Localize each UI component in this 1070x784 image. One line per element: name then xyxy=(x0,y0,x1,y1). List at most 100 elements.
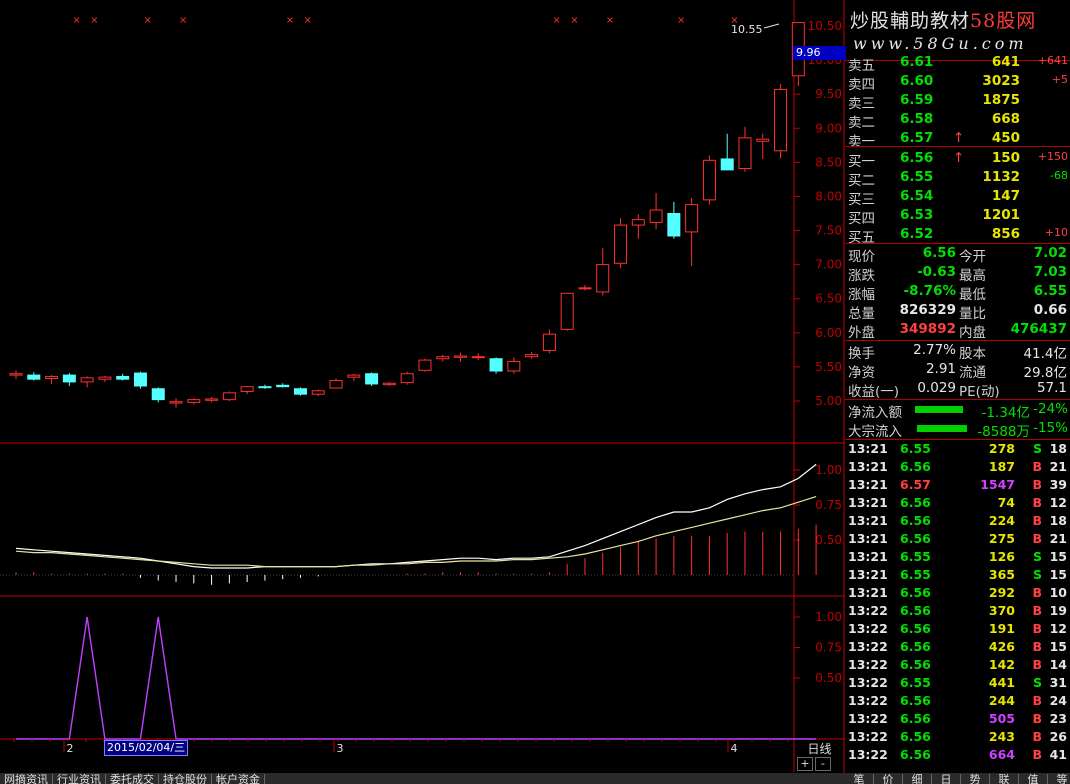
kline-chart-area[interactable]: 10.50 10.00 9.50 9.00 8.50 8.00 7.50 7.00 6.50 6.… xyxy=(0,0,846,784)
tick-time: 13:21 xyxy=(848,477,888,492)
period-label[interactable]: 日线 xyxy=(795,740,844,757)
candle-body xyxy=(649,209,663,223)
candle-body xyxy=(525,354,539,358)
price-tick-label: 5.50 xyxy=(815,360,842,374)
signal-marker: × xyxy=(179,15,187,26)
tick-side: B xyxy=(1032,531,1042,546)
tab-holdings[interactable]: 持仓股份 xyxy=(159,774,212,784)
quote-label: 现价 xyxy=(848,249,875,265)
quote-label: 外盘 xyxy=(848,325,875,341)
ind-tick-label: 0.75 xyxy=(815,641,842,655)
rtab-4[interactable]: 势 xyxy=(961,774,990,784)
stat-value: 2.91 xyxy=(925,361,956,377)
panel-separator xyxy=(845,439,1070,440)
tick-time: 13:22 xyxy=(848,639,888,654)
candle-body xyxy=(329,380,343,389)
tick-time: 13:21 xyxy=(848,531,888,546)
zoom-out-button[interactable]: - xyxy=(815,757,831,771)
flow-row: 净流入额 -1.34亿 -24% xyxy=(845,401,1070,421)
tick-volume: 275 xyxy=(988,531,1015,546)
order-price: 6.59 xyxy=(900,92,934,108)
tab-orders[interactable]: 委托成交 xyxy=(106,774,159,784)
order-label: 卖四 xyxy=(848,77,875,93)
x-label: 2 xyxy=(67,742,74,755)
candle-body xyxy=(418,359,432,371)
tick-price: 6.56 xyxy=(900,495,931,510)
quote-label: 内盘 xyxy=(959,325,986,341)
tick-price: 6.56 xyxy=(900,585,931,600)
flow-row: 大宗流入 -8588万 -15% xyxy=(845,420,1070,440)
tick-count: 12 xyxy=(1049,495,1067,510)
rtab-7[interactable]: 等 xyxy=(1048,774,1070,784)
panel-separator xyxy=(845,146,1070,147)
zoom-in-button[interactable]: + xyxy=(797,757,813,771)
tick-row: 13:21 6.56 292 B 10 xyxy=(845,585,1070,603)
tick-volume: 365 xyxy=(988,567,1015,582)
quote-value: 0.66 xyxy=(1033,302,1067,318)
candle-body xyxy=(471,356,485,359)
quote-value: 826329 xyxy=(899,302,956,318)
tick-volume: 126 xyxy=(988,549,1015,564)
order-label: 买三 xyxy=(848,192,875,208)
tick-time: 13:22 xyxy=(848,657,888,672)
candle-body xyxy=(489,358,503,372)
rtab-5[interactable]: 联 xyxy=(990,774,1019,784)
tick-volume: 187 xyxy=(988,459,1015,474)
order-label: 买二 xyxy=(848,173,875,189)
candle-body xyxy=(240,386,254,392)
tick-side: S xyxy=(1032,675,1042,690)
current-price-tag: 9.96 xyxy=(793,46,846,60)
candle-body xyxy=(774,88,788,152)
tick-side: B xyxy=(1032,495,1042,510)
order-book-row: 买二 6.55 1132 -68 xyxy=(845,169,1070,189)
tick-row: 13:22 6.56 191 B 12 xyxy=(845,621,1070,639)
tick-volume: 142 xyxy=(988,657,1015,672)
tab-account[interactable]: 帐户资金 xyxy=(212,774,265,784)
ind-tick-label: 1.00 xyxy=(815,610,842,624)
candle-body xyxy=(578,287,592,290)
quote-value: -8.76% xyxy=(903,283,956,299)
price-tick-label: 8.00 xyxy=(815,189,842,203)
panel-separator xyxy=(845,243,1070,244)
tick-row: 13:21 6.56 187 B 21 xyxy=(845,459,1070,477)
order-volume: 450 xyxy=(991,130,1020,146)
rtab-3[interactable]: 日 xyxy=(932,774,961,784)
order-label: 卖一 xyxy=(848,134,875,150)
cursor-date-label: 2015/02/04/三 xyxy=(104,740,189,756)
order-change: -68 xyxy=(1050,169,1068,182)
rtab-6[interactable]: 值 xyxy=(1019,774,1048,784)
tick-price: 6.56 xyxy=(900,459,931,474)
signal-marker: × xyxy=(677,15,685,26)
tick-volume: 292 xyxy=(988,585,1015,600)
tab-news[interactable]: 网摘资讯 xyxy=(0,774,53,784)
tab-industry[interactable]: 行业资讯 xyxy=(53,774,106,784)
order-volume: 1201 xyxy=(982,207,1020,223)
tick-price: 6.56 xyxy=(900,747,931,762)
tick-side: S xyxy=(1032,441,1042,456)
order-price: 6.57 xyxy=(900,130,934,146)
tick-volume: 244 xyxy=(988,693,1015,708)
candle-body xyxy=(311,390,325,395)
mac-line-fast xyxy=(15,463,817,569)
signal-marker: × xyxy=(552,15,560,26)
quote-row: 涨跌 -0.63 最高 7.03 xyxy=(845,264,1070,284)
tick-volume: 191 xyxy=(988,621,1015,636)
flow-pct: -24% xyxy=(1033,401,1068,417)
candle-body xyxy=(702,159,716,201)
tick-volume: 74 xyxy=(997,495,1015,510)
tick-price: 6.56 xyxy=(900,729,931,744)
rtab-0[interactable]: 笔 xyxy=(845,774,874,784)
kline-chart-svg[interactable]: 10.5010.009.509.008.508.007.507.006.506.… xyxy=(0,0,845,784)
candle-body xyxy=(382,382,396,386)
rtab-2[interactable]: 细 xyxy=(903,774,932,784)
price-tick-label: 5.00 xyxy=(815,394,842,408)
peak-signal-line xyxy=(16,616,817,740)
tick-time: 13:21 xyxy=(848,459,888,474)
stat-row: 净资 2.91 流通 29.8亿 xyxy=(845,361,1070,381)
tick-row: 13:21 6.56 74 B 12 xyxy=(845,495,1070,513)
tick-time: 13:21 xyxy=(848,441,888,456)
candle-body xyxy=(720,158,734,171)
order-volume: 147 xyxy=(991,188,1020,204)
tick-count: 14 xyxy=(1049,657,1067,672)
rtab-1[interactable]: 价 xyxy=(874,774,903,784)
